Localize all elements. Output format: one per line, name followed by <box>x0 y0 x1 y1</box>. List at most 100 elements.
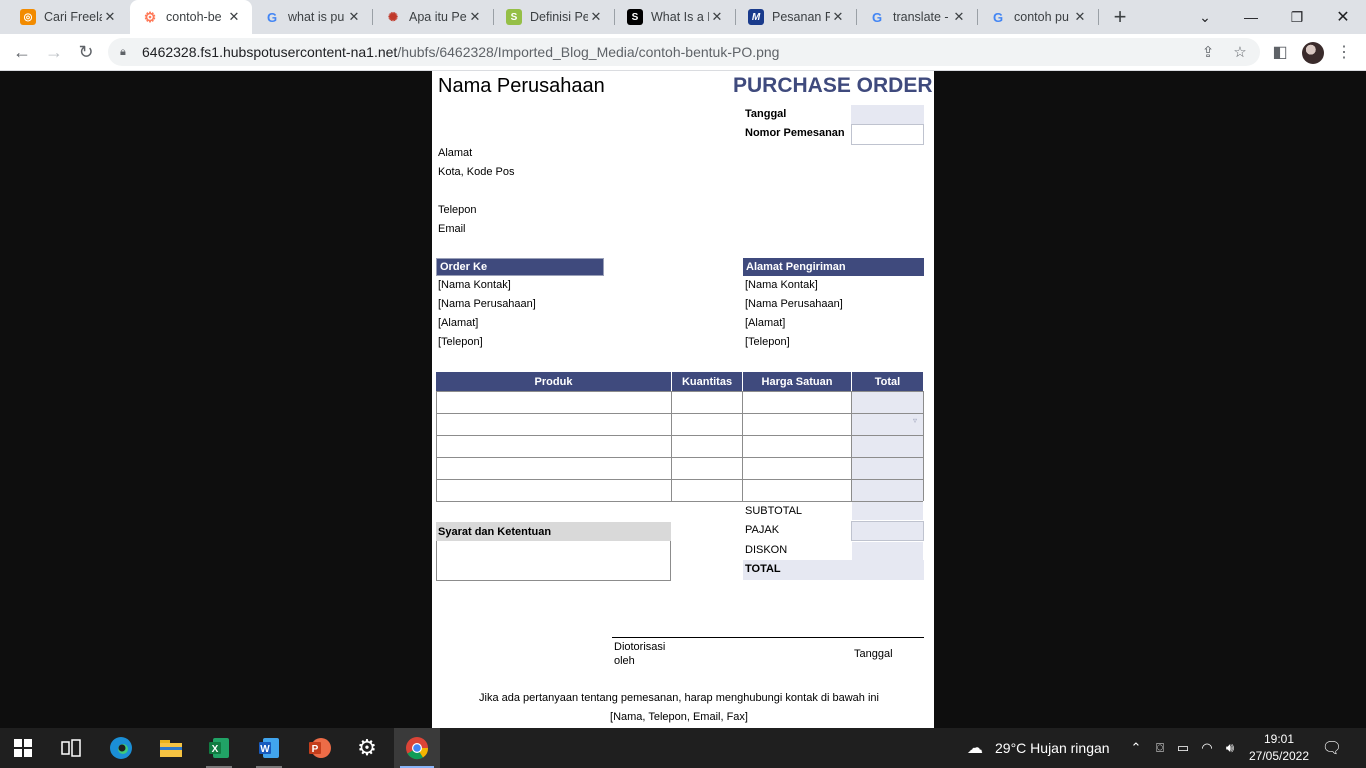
tab-6[interactable]: M Pesanan Pe ✕ <box>736 0 856 34</box>
close-icon[interactable]: ✕ <box>709 9 725 25</box>
new-tab-plus-icon[interactable]: + <box>1108 4 1132 29</box>
close-window-icon[interactable]: ✕ <box>1320 0 1366 34</box>
address-bar[interactable]: 🔒︎ 6462328.fs1.hubspotusercontent-na1.ne… <box>108 38 1260 66</box>
file-explorer-icon[interactable] <box>148 728 194 768</box>
url-path: /hubfs/6462328/Imported_Blog_Media/conto… <box>397 44 780 60</box>
tab-search-chevron-icon[interactable]: ⌄ <box>1182 0 1228 34</box>
close-icon[interactable]: ✕ <box>588 9 604 25</box>
table-row-line <box>436 391 923 392</box>
weather-text[interactable]: 29°C Hujan ringan <box>995 740 1110 756</box>
clock-time: 19:01 <box>1263 732 1295 746</box>
freelancer-favicon-icon: ◎ <box>20 9 36 25</box>
order-to-phone: [Telepon] <box>438 336 483 348</box>
total-label: TOTAL <box>745 563 781 575</box>
th-total: Total <box>874 375 901 388</box>
clock-date: 27/05/2022 <box>1248 749 1310 763</box>
order-number-field <box>851 124 924 145</box>
url-text: 6462328.fs1.hubspotusercontent-na1.net/h… <box>142 44 779 60</box>
tab-title: Apa itu Pe <box>409 10 467 24</box>
windows-start-icon[interactable] <box>0 728 46 768</box>
close-icon[interactable]: ✕ <box>226 9 242 25</box>
browser-toolbar: ← → ↻ 🔒︎ 6462328.fs1.hubspotusercontent-… <box>0 34 1366 71</box>
tab-1-active[interactable]: ⚙ contoh-be ✕ <box>130 0 252 34</box>
table-col-line <box>436 391 437 501</box>
tab-2[interactable]: G what is pu ✕ <box>252 0 372 34</box>
ship-to-address: [Alamat] <box>745 317 786 329</box>
footer-contact: [Nama, Telepon, Email, Fax] <box>610 711 748 723</box>
google-favicon-icon: G <box>266 9 278 25</box>
squarespace-favicon-icon: S <box>627 9 643 25</box>
date-field <box>851 105 924 124</box>
system-clock[interactable]: 19:01 27/05/2022 <box>1244 731 1314 765</box>
url-host: 6462328.fs1.hubspotusercontent-na1.net <box>142 44 398 60</box>
forward-arrow-icon[interactable]: → <box>40 38 68 66</box>
menu-kebab-icon[interactable]: ⋮ <box>1330 38 1358 66</box>
powerpoint-icon[interactable]: P <box>296 728 342 768</box>
terms-box <box>436 541 671 581</box>
tab-title: contoh-be <box>166 10 222 24</box>
tax-label: PAJAK <box>745 524 780 536</box>
share-icon[interactable]: ⇪ <box>1198 42 1218 62</box>
order-to-header: Order Ke <box>436 258 604 276</box>
table-col-line <box>671 391 672 501</box>
close-icon[interactable]: ✕ <box>830 9 846 25</box>
svg-text:P: P <box>312 744 319 755</box>
table-col-line <box>923 391 924 501</box>
tab-7[interactable]: G translate - ✕ <box>857 0 977 34</box>
discount-label: DISKON <box>745 544 788 556</box>
authorized-by-label: Diotorisasi oleh <box>614 641 666 667</box>
th-product: Produk <box>534 375 573 388</box>
table-row-line <box>436 479 923 480</box>
side-panel-icon[interactable]: ◧ <box>1266 38 1294 66</box>
terms-header: Syarat dan Ketentuan <box>436 522 671 541</box>
bookmark-star-icon[interactable]: ☆ <box>1230 42 1250 62</box>
tab-0[interactable]: ◎ Cari Freela ✕ <box>8 0 128 34</box>
m-favicon-icon: M <box>748 9 764 25</box>
weather-cloud-icon[interactable]: ☁ <box>962 738 988 758</box>
page-viewport: Nama Perusahaan PURCHASE ORDER Tanggal N… <box>0 71 1366 728</box>
order-to-address: [Alamat] <box>438 317 479 329</box>
tab-3[interactable]: ✺ Apa itu Pe ✕ <box>373 0 493 34</box>
battery-icon[interactable]: ▭ <box>1173 738 1193 758</box>
tray-chevron-up-icon[interactable]: ⌃ <box>1126 738 1146 758</box>
ship-to-contact: [Nama Kontak] <box>745 279 818 291</box>
excel-icon[interactable]: X <box>196 728 242 768</box>
tab-title: Cari Freela <box>44 10 102 24</box>
ant-favicon-icon: ✺ <box>387 10 399 24</box>
ship-to-company: [Nama Perusahaan] <box>745 298 843 310</box>
tab-5[interactable]: S What Is a P ✕ <box>615 0 735 34</box>
reload-icon[interactable]: ↻ <box>72 38 100 66</box>
close-icon[interactable]: ✕ <box>102 9 118 25</box>
word-icon[interactable]: W <box>246 728 292 768</box>
settings-gear-icon[interactable]: ⚙ <box>344 728 390 768</box>
tab-title: Pesanan Pe <box>772 10 830 24</box>
back-arrow-icon[interactable]: ← <box>8 38 36 66</box>
svg-text:X: X <box>212 744 219 755</box>
profile-avatar[interactable] <box>1302 42 1324 64</box>
ship-to-phone: [Telepon] <box>745 336 790 348</box>
table-row-line <box>436 501 923 502</box>
webcam-icon[interactable]: ⌼ <box>1150 738 1170 758</box>
tab-separator <box>1098 9 1099 25</box>
company-name: Nama Perusahaan <box>438 75 605 97</box>
close-icon[interactable]: ✕ <box>1072 9 1088 25</box>
restore-icon[interactable]: ❐ <box>1274 0 1320 34</box>
tab-title: What Is a P <box>651 10 709 24</box>
edge-icon[interactable] <box>98 728 144 768</box>
tab-4[interactable]: S Definisi Pe ✕ <box>494 0 614 34</box>
wifi-icon[interactable]: ◠ <box>1197 738 1217 758</box>
tab-8[interactable]: G contoh pu ✕ <box>978 0 1098 34</box>
city-zip-line: Kota, Kode Pos <box>438 166 515 178</box>
close-icon[interactable]: ✕ <box>467 9 483 25</box>
minimize-icon[interactable]: — <box>1228 0 1274 34</box>
windows-taskbar: X W P ⚙ ☁ 29°C Hujan ringan ⌃ ⌼ ▭ ◠ 🔊︎ 1… <box>0 728 1366 768</box>
close-icon[interactable]: ✕ <box>346 9 362 25</box>
volume-icon[interactable]: 🔊︎ <box>1220 738 1240 758</box>
order-to-company: [Nama Perusahaan] <box>438 298 536 310</box>
chrome-icon[interactable] <box>394 728 440 768</box>
close-icon[interactable]: ✕ <box>951 9 967 25</box>
notifications-icon[interactable]: 🗨︎ <box>1322 738 1342 758</box>
task-view-icon[interactable] <box>48 728 94 768</box>
phone-line: Telepon <box>438 204 477 216</box>
email-line: Email <box>438 223 466 235</box>
